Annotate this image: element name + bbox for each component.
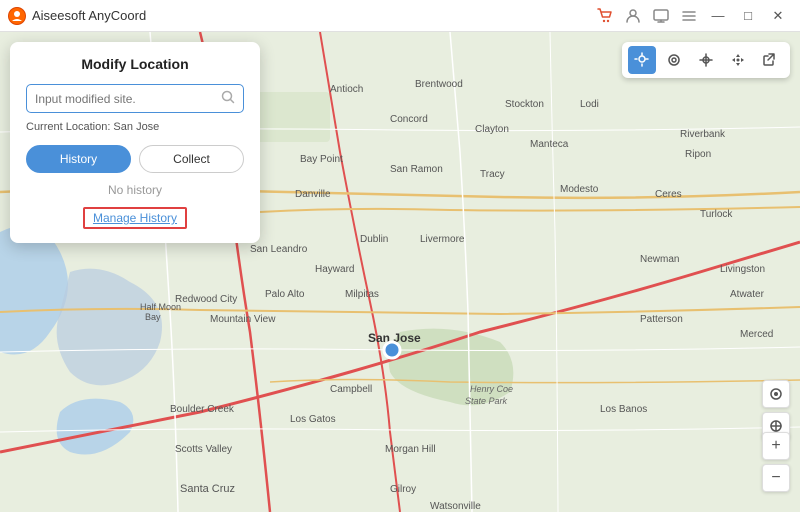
- app-logo: [8, 7, 26, 25]
- svg-text:Tracy: Tracy: [480, 169, 505, 180]
- svg-text:Turlock: Turlock: [700, 209, 733, 220]
- svg-text:Livingston: Livingston: [720, 264, 765, 275]
- svg-text:Los Banos: Los Banos: [600, 404, 647, 415]
- minimize-button[interactable]: —: [704, 4, 732, 28]
- svg-text:Newman: Newman: [640, 254, 679, 265]
- search-icon: [221, 90, 235, 107]
- map-tool-crosshair[interactable]: [692, 46, 720, 74]
- svg-text:State Park: State Park: [465, 396, 508, 406]
- search-input[interactable]: [35, 92, 221, 106]
- svg-text:Milpitas: Milpitas: [345, 289, 379, 300]
- svg-text:Atwater: Atwater: [730, 289, 765, 300]
- svg-text:Patterson: Patterson: [640, 314, 683, 325]
- svg-text:Santa Cruz: Santa Cruz: [180, 483, 235, 495]
- tab-history[interactable]: History: [26, 145, 131, 173]
- app-title: Aiseesoft AnyCoord: [32, 8, 590, 23]
- svg-text:Morgan Hill: Morgan Hill: [385, 444, 436, 455]
- current-location-label: Current Location: San Jose: [26, 121, 244, 133]
- svg-text:Dublin: Dublin: [360, 234, 388, 245]
- map-toolbar: [622, 42, 790, 78]
- svg-text:Henry Coe: Henry Coe: [470, 384, 513, 394]
- map-extra-buttons: [762, 380, 790, 440]
- svg-text:Clayton: Clayton: [475, 124, 509, 135]
- svg-text:Campbell: Campbell: [330, 384, 372, 395]
- search-box: [26, 84, 244, 113]
- svg-text:Concord: Concord: [390, 114, 428, 125]
- svg-text:Los Gatos: Los Gatos: [290, 414, 336, 425]
- manage-history-button[interactable]: Manage History: [83, 207, 187, 229]
- svg-text:Danville: Danville: [295, 189, 331, 200]
- svg-text:Antioch: Antioch: [330, 84, 363, 95]
- svg-text:San Leandro: San Leandro: [250, 244, 308, 255]
- tab-collect[interactable]: Collect: [139, 145, 244, 173]
- map-tool-export[interactable]: [756, 46, 784, 74]
- svg-text:Hayward: Hayward: [315, 264, 354, 275]
- map-tool-location[interactable]: [628, 46, 656, 74]
- map-target-button[interactable]: [762, 380, 790, 408]
- svg-text:Stockton: Stockton: [505, 99, 544, 110]
- user-icon[interactable]: [622, 5, 644, 27]
- svg-text:Boulder Creek: Boulder Creek: [170, 404, 235, 415]
- svg-text:Gilroy: Gilroy: [390, 484, 416, 495]
- manage-history-wrapper: Manage History: [26, 207, 244, 229]
- svg-text:Bay: Bay: [145, 312, 161, 322]
- svg-text:Bay Point: Bay Point: [300, 154, 343, 165]
- window-controls: — □ ✕: [704, 4, 792, 28]
- zoom-out-button[interactable]: −: [762, 464, 790, 492]
- svg-text:Redwood City: Redwood City: [175, 294, 237, 305]
- no-history-text: No history: [26, 183, 244, 197]
- svg-text:Mountain View: Mountain View: [210, 314, 276, 325]
- svg-text:Ceres: Ceres: [655, 189, 682, 200]
- close-button[interactable]: ✕: [764, 4, 792, 28]
- modify-location-panel: Modify Location Current Location: San Jo…: [10, 42, 260, 243]
- display-icon[interactable]: [650, 5, 672, 27]
- titlebar: Aiseesoft AnyCoord: [0, 0, 800, 32]
- svg-text:San Ramon: San Ramon: [390, 164, 443, 175]
- map-tool-move[interactable]: [724, 46, 752, 74]
- map-tool-pin[interactable]: [660, 46, 688, 74]
- titlebar-action-icons: [594, 5, 700, 27]
- svg-text:Merced: Merced: [740, 329, 773, 340]
- tabs-row: History Collect: [26, 145, 244, 173]
- svg-text:Livermore: Livermore: [420, 234, 465, 245]
- svg-text:Manteca: Manteca: [530, 139, 569, 150]
- svg-text:Watsonville: Watsonville: [430, 501, 481, 512]
- panel-title: Modify Location: [26, 56, 244, 72]
- svg-text:Brentwood: Brentwood: [415, 79, 463, 90]
- svg-text:Modesto: Modesto: [560, 184, 599, 195]
- menu-icon[interactable]: [678, 5, 700, 27]
- svg-text:Ripon: Ripon: [685, 149, 711, 160]
- map-zoom-controls: + −: [762, 432, 790, 492]
- svg-text:Riverbank: Riverbank: [680, 129, 726, 140]
- svg-text:Lodi: Lodi: [580, 99, 599, 110]
- svg-text:Scotts Valley: Scotts Valley: [175, 444, 232, 455]
- cart-icon[interactable]: [594, 5, 616, 27]
- maximize-button[interactable]: □: [734, 4, 762, 28]
- main-container: Lodi Antioch Brentwood Concord Clayton S…: [0, 32, 800, 512]
- svg-text:Palo Alto: Palo Alto: [265, 289, 305, 300]
- zoom-in-button[interactable]: +: [762, 432, 790, 460]
